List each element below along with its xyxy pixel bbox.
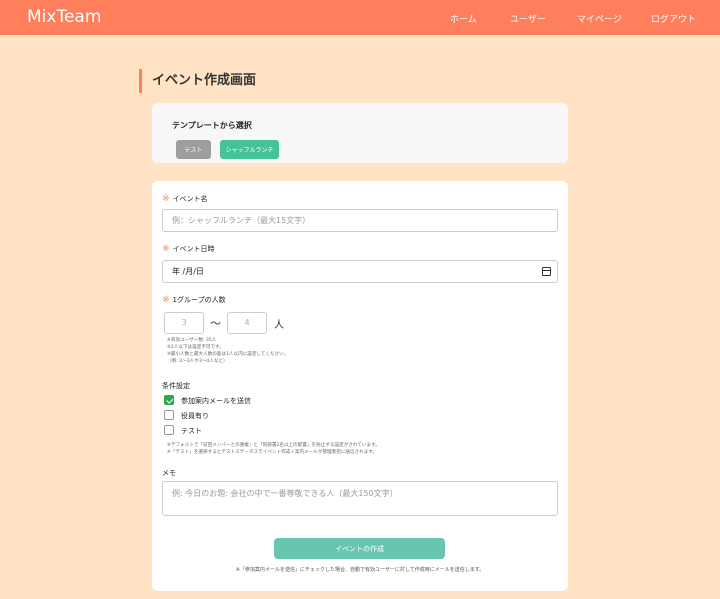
event-name-input[interactable]: 例：シャッフルランチ（最大15文字） xyxy=(162,209,558,232)
event-date-value: 年 /月/日 xyxy=(172,267,204,276)
required-mark: ※ xyxy=(162,295,170,305)
nav-home[interactable]: ホーム xyxy=(450,12,477,25)
required-mark: ※ xyxy=(162,194,170,204)
option-label: テスト xyxy=(181,427,202,435)
conditions-note: ※「テスト」を選択するとテストステータスでイベント作成＋案内メールが管理者宛に送… xyxy=(167,450,378,455)
group-min-input[interactable]: 3 xyxy=(164,312,204,334)
template-card: テンプレートから選択 テスト シャッフルランチ xyxy=(152,103,568,163)
nav-logout[interactable]: ログアウト xyxy=(651,12,696,25)
app-logo[interactable]: MixTeam xyxy=(27,7,101,27)
group-max-input[interactable]: 4 xyxy=(227,312,267,334)
page-title-block: イベント作成画面 xyxy=(139,69,256,93)
memo-textarea[interactable]: 例: 今日のお題: 会社の中で一番尊敬できる人（最大150文字） xyxy=(162,481,558,516)
submit-footnote: ※「参加案内メールを送信」にチェックした場合、自動で有効ユーザーに対して作成時に… xyxy=(235,567,485,573)
nav-mypage[interactable]: マイページ xyxy=(577,12,622,25)
app-header: MixTeam ホーム ユーザー マイページ ログアウト xyxy=(0,0,720,35)
calendar-icon[interactable] xyxy=(542,267,551,276)
create-event-button[interactable]: イベントの作成 xyxy=(274,538,445,559)
event-form: ※ イベント名 例：シャッフルランチ（最大15文字） ※ イベント日時 年 /月/日… xyxy=(152,181,568,591)
checkbox-executive[interactable] xyxy=(164,410,174,420)
option-label: 参加案内メールを送信 xyxy=(181,397,251,405)
nav-users[interactable]: ユーザー xyxy=(510,12,546,25)
conditions-note: ※デフォルトで「前回メンバーとの重複」と「同部署2名以上の配置」を防止する設定が… xyxy=(167,443,380,448)
template-shuffle-lunch-button[interactable]: シャッフルランチ xyxy=(220,140,279,159)
group-size-label: ※ 1グループの人数 xyxy=(162,295,226,305)
required-mark: ※ xyxy=(162,244,170,254)
template-title: テンプレートから選択 xyxy=(172,121,252,130)
group-unit: 人 xyxy=(274,320,284,331)
page-title: イベント作成画面 xyxy=(152,73,257,88)
event-date-label: ※ イベント日時 xyxy=(162,244,215,254)
option-label: 役員有り xyxy=(181,412,209,420)
range-tilde: 〜 xyxy=(210,317,221,330)
event-date-input[interactable]: 年 /月/日 xyxy=(162,260,558,283)
template-test-button[interactable]: テスト xyxy=(176,140,211,159)
checkbox-send-mail[interactable] xyxy=(164,395,174,405)
conditions-label: 条件設定 xyxy=(162,382,190,390)
checkbox-test[interactable] xyxy=(164,425,174,435)
group-note: （例: 2〜3人や3〜4人など） xyxy=(167,359,228,364)
group-note: ※有効ユーザー数: 35人 xyxy=(167,338,217,343)
event-name-label: ※ イベント名 xyxy=(162,194,208,204)
group-note: ※2人以下は設定不可です。 xyxy=(167,345,224,350)
memo-label: メモ xyxy=(162,469,176,477)
group-note: ※最小人数と最大人数の差は1人以内に設定してください。 xyxy=(167,352,289,357)
